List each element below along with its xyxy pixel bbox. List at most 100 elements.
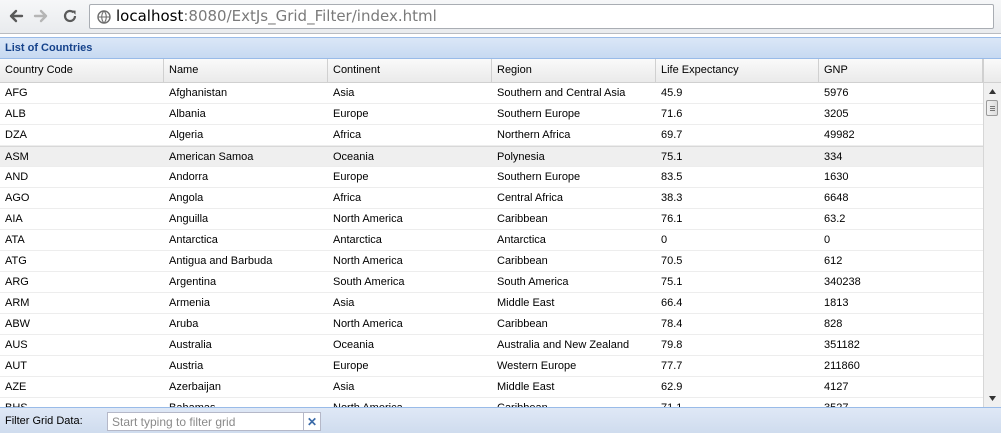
table-row[interactable]: AIA Anguilla North America Caribbean 76.1 63.…	[0, 209, 983, 230]
table-cell: 71.6	[661, 108, 683, 120]
thumb-grip-line	[990, 106, 995, 107]
table-cell: AIA	[5, 213, 23, 225]
close-icon: ✕	[306, 414, 318, 429]
table-cell: ATA	[5, 234, 25, 246]
table-cell: 83.5	[661, 171, 683, 183]
table-cell: Australia and New Zealand	[497, 339, 630, 351]
column-header[interactable]: Life Expectancy	[656, 59, 819, 82]
filter-input[interactable]	[107, 412, 304, 431]
table-cell: 828	[824, 318, 843, 330]
table-cell: North America	[328, 398, 497, 407]
table-cell: Caribbean	[492, 398, 661, 407]
url-path: :8080/ExtJs_Grid_Filter/index.html	[183, 7, 437, 25]
table-row[interactable]: ALB Albania Europe Southern Europe 71.6 3205	[0, 104, 983, 125]
table-cell: Caribbean	[497, 318, 548, 330]
table-row[interactable]: AUS Australia Oceania Australia and New Zea…	[0, 335, 983, 356]
table-cell: 75.1	[661, 151, 683, 163]
vertical-scrollbar[interactable]	[983, 83, 1001, 407]
table-cell: Afghanistan	[169, 87, 228, 99]
table-row[interactable]: ASM American Samoa Oceania Polynesia 75.1 334	[0, 146, 983, 167]
table-row[interactable]: AZE Azerbaijan Asia Middle East 62.9 4127	[0, 377, 983, 398]
table-cell: Southern Europe	[497, 171, 581, 183]
triangle-up-icon	[989, 89, 996, 94]
table-cell: Azerbaijan	[169, 381, 221, 393]
table-row[interactable]: BHSBahamasNorth AmericaCaribbean71.13527	[0, 398, 983, 407]
table-cell: Europe	[333, 171, 369, 183]
table-cell: 0	[661, 234, 668, 246]
table-cell: 66.4	[661, 297, 683, 309]
table-cell: North America	[333, 213, 403, 225]
table-cell: Antigua and Barbuda	[169, 255, 273, 267]
table-cell: 334	[824, 151, 843, 163]
table-cell: Europe	[333, 108, 369, 120]
table-cell: 75.1	[661, 276, 683, 288]
table-cell: Antarctica	[169, 234, 218, 246]
table-row[interactable]: AND Andorra Europe Southern Europe 83.5 1630	[0, 167, 983, 188]
column-header[interactable]: Name	[164, 59, 328, 82]
table-cell: 1813	[824, 297, 849, 309]
panel-header: List of Countries	[0, 37, 1001, 59]
scroll-down-button[interactable]	[985, 391, 1000, 406]
arrow-left-icon	[9, 9, 24, 23]
filter-toolbar: Filter Grid Data: ✕	[0, 407, 1001, 433]
table-cell: Bahamas	[164, 398, 333, 407]
table-cell: ARG	[5, 276, 29, 288]
table-cell: 3527	[819, 398, 983, 407]
back-button[interactable]	[6, 6, 26, 26]
scroll-thumb[interactable]	[986, 100, 998, 116]
table-cell: 76.1	[661, 213, 683, 225]
column-header[interactable]: Country Code	[0, 59, 164, 82]
table-cell: AUS	[5, 339, 28, 351]
thumb-grip-line	[990, 108, 995, 109]
table-cell: 0	[824, 234, 831, 246]
table-cell: Europe	[333, 360, 369, 372]
table-cell: 612	[824, 255, 843, 267]
table-row[interactable]: ARG Argentina South America South America 75…	[0, 272, 983, 293]
table-cell: Andorra	[169, 171, 209, 183]
table-row[interactable]: ARM Armenia Asia Middle East 66.4 1813	[0, 293, 983, 314]
table-row[interactable]: AGO Angola Africa Central Africa 38.3 6648	[0, 188, 983, 209]
table-cell: Argentina	[169, 276, 217, 288]
table-cell: 63.2	[824, 213, 846, 225]
forward-button[interactable]	[31, 6, 51, 26]
grid-body: AFG Afghanistan Asia Southern and Central A…	[0, 83, 983, 407]
table-cell: American Samoa	[169, 151, 254, 163]
table-cell: Angola	[169, 192, 204, 204]
table-row[interactable]: DZA Algeria Africa Northern Africa 69.7 49982	[0, 125, 983, 146]
table-cell: Oceania	[333, 151, 374, 163]
table-cell: 79.8	[661, 339, 683, 351]
clear-filter-button[interactable]: ✕	[304, 412, 321, 431]
table-cell: BHS	[0, 398, 169, 407]
table-row[interactable]: AFG Afghanistan Asia Southern and Central A…	[0, 83, 983, 104]
scroll-up-button[interactable]	[985, 84, 1000, 99]
reload-button[interactable]	[60, 6, 80, 26]
table-cell: Asia	[333, 297, 355, 309]
table-cell: Caribbean	[497, 255, 548, 267]
table-cell: 62.9	[661, 381, 683, 393]
table-cell: Aruba	[169, 318, 199, 330]
table-cell: Antarctica	[333, 234, 382, 246]
table-cell: 340238	[824, 276, 861, 288]
table-row[interactable]: ABW Aruba North America Caribbean 78.4 828	[0, 314, 983, 335]
table-cell: 4127	[824, 381, 849, 393]
table-cell: Australia	[169, 339, 212, 351]
table-row[interactable]: ATA Antarctica Antarctica Antarctica 0 0	[0, 230, 983, 251]
arrow-right-icon	[33, 9, 48, 23]
column-header[interactable]: Region	[492, 59, 656, 82]
table-cell: ABW	[5, 318, 31, 330]
table-cell: Northern Africa	[497, 129, 571, 141]
globe-icon	[97, 9, 111, 24]
table-row[interactable]: ATG Antigua and Barbuda North America Carib…	[0, 251, 983, 272]
table-cell: South America	[333, 276, 405, 288]
table-cell: North America	[333, 318, 403, 330]
table-cell: Antarctica	[497, 234, 546, 246]
table-row[interactable]: AUT Austria Europe Western Europe 77.7 211860	[0, 356, 983, 377]
table-cell: North America	[333, 255, 403, 267]
column-header[interactable]: GNP	[819, 59, 983, 82]
column-header[interactable]: Continent	[328, 59, 492, 82]
address-bar[interactable]: localhost:8080/ExtJs_Grid_Filter/index.h…	[89, 4, 994, 29]
table-cell: South America	[497, 276, 569, 288]
table-cell: Algeria	[169, 129, 204, 141]
grid-panel: List of Countries Country Code Name Contin…	[0, 34, 1001, 433]
table-cell: 5976	[824, 87, 849, 99]
